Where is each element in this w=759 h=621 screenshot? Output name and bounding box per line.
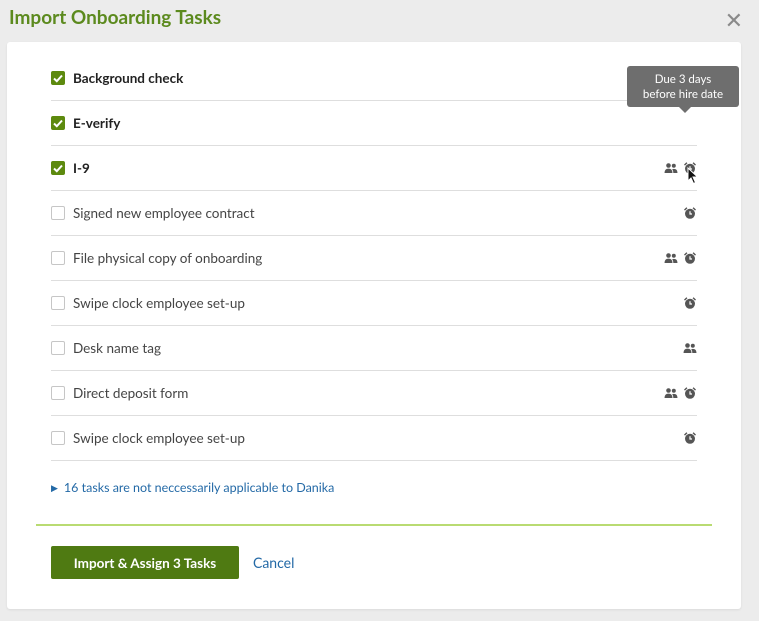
task-row-direct-deposit[interactable]: Direct deposit form [51, 371, 697, 416]
task-checkbox[interactable] [51, 341, 65, 355]
task-row-desk-name-tag[interactable]: Desk name tag [51, 326, 697, 371]
dialog-panel: Background check E-verify I-9 Signed new… [7, 42, 741, 609]
task-row-e-verify[interactable]: E-verify [51, 101, 697, 146]
task-row-swipe-clock-2[interactable]: Swipe clock employee set-up [51, 416, 697, 461]
task-label: Desk name tag [73, 340, 161, 356]
alarm-clock-icon [684, 387, 696, 399]
task-label: Swipe clock employee set-up [73, 295, 245, 311]
task-label: Signed new employee contract [73, 205, 255, 221]
task-checkbox[interactable] [51, 296, 65, 310]
task-checkbox[interactable] [51, 71, 65, 85]
task-label: I-9 [73, 160, 90, 176]
task-label: File physical copy of onboarding [73, 250, 263, 266]
people-icon [664, 163, 678, 173]
cancel-button[interactable]: Cancel [253, 554, 294, 571]
task-checkbox[interactable] [51, 116, 65, 130]
task-checkbox[interactable] [51, 161, 65, 175]
task-label: Background check [73, 70, 184, 86]
task-row-i-9[interactable]: I-9 [51, 146, 697, 191]
task-checkbox[interactable] [51, 431, 65, 445]
task-checkbox[interactable] [51, 206, 65, 220]
alarm-clock-icon [684, 297, 696, 309]
not-applicable-tasks-link[interactable]: ▶ 16 tasks are not neccessarily applicab… [51, 480, 334, 495]
due-date-tooltip: Due 3 days before hire date [627, 66, 739, 113]
alarm-clock-icon [684, 207, 696, 219]
import-assign-button[interactable]: Import & Assign 3 Tasks [51, 546, 239, 579]
task-list: Background check E-verify I-9 Signed new… [51, 56, 697, 461]
task-checkbox[interactable] [51, 251, 65, 265]
people-icon [683, 343, 697, 353]
alarm-clock-icon [684, 252, 696, 264]
dialog-title: Import Onboarding Tasks [9, 6, 222, 29]
footer-divider [36, 524, 712, 526]
task-row-swipe-clock[interactable]: Swipe clock employee set-up [51, 281, 697, 326]
tooltip-line-2: before hire date [642, 88, 724, 101]
not-applicable-tasks-label: 16 tasks are not neccessarily applicable… [63, 480, 335, 495]
people-icon [664, 253, 678, 263]
people-icon [664, 388, 678, 398]
alarm-clock-icon [684, 432, 696, 444]
task-row-signed-contract[interactable]: Signed new employee contract [51, 191, 697, 236]
caret-right-icon: ▶ [51, 481, 58, 493]
task-row-file-physical-copy[interactable]: File physical copy of onboarding [51, 236, 697, 281]
task-checkbox[interactable] [51, 386, 65, 400]
task-label: Direct deposit form [73, 385, 189, 401]
tooltip-line-1: Due 3 days [654, 73, 712, 86]
close-icon[interactable]: ✕ [725, 9, 743, 31]
task-row-background-check[interactable]: Background check [51, 56, 697, 101]
task-label: Swipe clock employee set-up [73, 430, 245, 446]
task-label: E-verify [73, 115, 121, 131]
mouse-cursor-icon [687, 167, 699, 185]
